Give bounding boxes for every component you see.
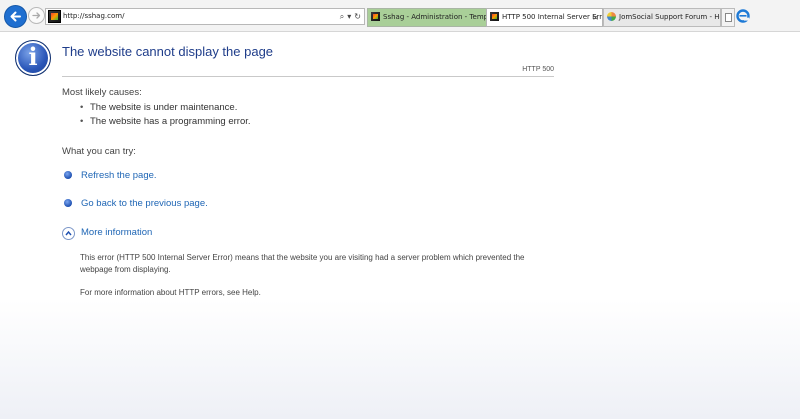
bullet-icon [64,171,72,179]
more-info-help: For more information about HTTP errors, … [80,288,261,297]
causes-list: • The website is under maintenance. • The … [80,101,251,129]
tab-favicon-icon [371,12,380,21]
back-button[interactable] [4,5,27,28]
page-title: The website cannot display the page [62,44,274,59]
new-tab-button[interactable] [721,8,735,27]
arrow-right-icon [32,12,41,19]
tab-sshag-administration[interactable]: Sshag - Administration - Temp... [367,8,487,27]
tab-http-500[interactable]: HTTP 500 Internal Server Err... × [486,8,603,27]
info-glyph: i [28,42,38,71]
try-heading: What you can try: [62,146,136,157]
tab-label: Sshag - Administration - Temp... [383,13,487,21]
refresh-icon[interactable]: ↻ [354,12,361,21]
forward-button[interactable] [28,7,45,24]
http-status-code: HTTP 500 [522,66,554,73]
tab-jomsocial-forum[interactable]: JomSocial Support Forum - He... [603,8,721,27]
address-bar[interactable]: http://sshag.com/ ⌕ ▾ ↻ [45,8,365,25]
tab-label: HTTP 500 Internal Server Err... [502,13,603,21]
title-divider [62,76,554,77]
info-icon: i [15,40,51,76]
dropdown-icon[interactable]: ▾ [347,12,351,21]
tab-favicon-icon [607,12,616,21]
internet-explorer-icon[interactable] [736,9,750,23]
site-favicon-icon [48,10,61,23]
arrow-left-icon [10,11,21,22]
search-icon[interactable]: ⌕ [340,12,344,21]
list-item: • The website has a programming error. [80,116,251,127]
more-info-description: This error (HTTP 500 Internal Server Err… [80,253,525,274]
list-item: • The website is under maintenance. [80,102,238,113]
tab-favicon-icon [490,12,499,21]
tab-label: JomSocial Support Forum - He... [619,13,721,21]
close-icon[interactable]: × [592,9,599,26]
bullet-icon [64,199,72,207]
browser-toolbar: http://sshag.com/ ⌕ ▾ ↻ Sshag - Administra… [0,0,800,32]
address-url[interactable]: http://sshag.com/ [63,9,124,24]
causes-heading: Most likely causes: [62,87,142,98]
address-tools: ⌕ ▾ ↻ [337,9,361,24]
chevron-up-icon[interactable] [62,227,75,240]
